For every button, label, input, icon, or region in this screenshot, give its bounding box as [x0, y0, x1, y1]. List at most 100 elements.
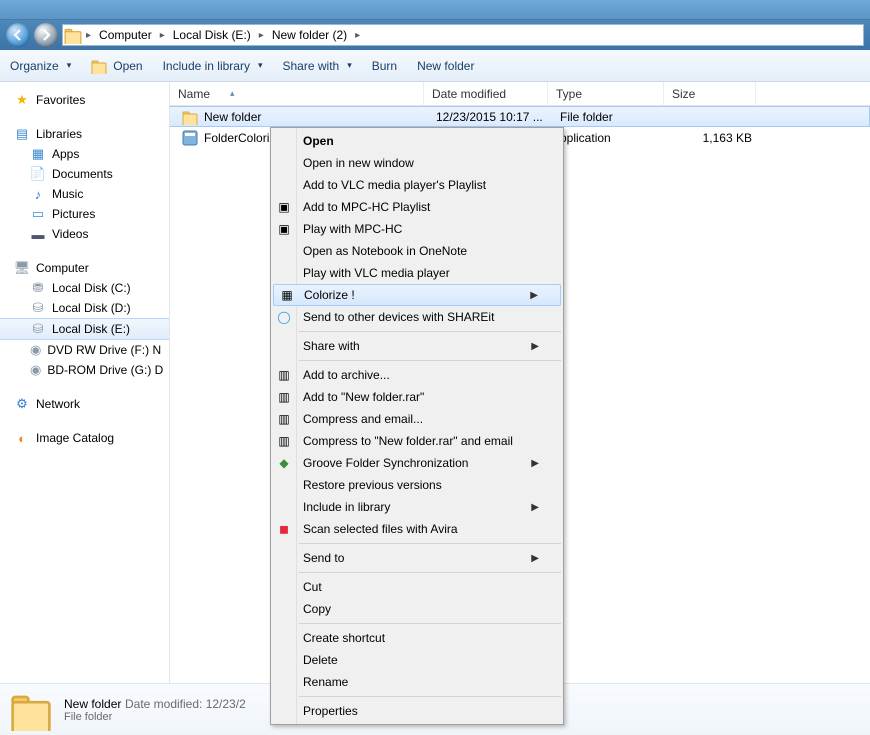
music-icon: ♪: [30, 186, 46, 202]
nav-drive-d[interactable]: ⛁Local Disk (D:): [0, 298, 169, 318]
ctx-onenote[interactable]: Open as Notebook in OneNote: [271, 240, 563, 262]
ctx-delete[interactable]: Delete: [271, 649, 563, 671]
col-type[interactable]: Type: [548, 82, 664, 105]
ctx-play-vlc[interactable]: Play with VLC media player: [271, 262, 563, 284]
ctx-add-mpc[interactable]: ▣Add to MPC-HC Playlist: [271, 196, 563, 218]
ctx-properties[interactable]: Properties: [271, 700, 563, 722]
breadcrumb-seg-e[interactable]: Local Disk (E:): [167, 25, 257, 45]
navigation-pane: ★Favorites ▤Libraries ▦Apps 📄Documents ♪…: [0, 82, 170, 683]
nav-drive-c[interactable]: ⛃Local Disk (C:): [0, 278, 169, 298]
nav-music[interactable]: ♪Music: [0, 184, 169, 204]
ctx-play-mpc[interactable]: ▣Play with MPC-HC: [271, 218, 563, 240]
shareit-icon: ◯: [275, 308, 293, 326]
nav-favorites[interactable]: ★Favorites: [0, 90, 169, 110]
nav-drive-e[interactable]: ⛁Local Disk (E:): [0, 318, 169, 340]
ctx-compress-rar-email[interactable]: ▥Compress to "New folder.rar" and email: [271, 430, 563, 452]
ctx-restore-previous[interactable]: Restore previous versions: [271, 474, 563, 496]
file-row-new-folder[interactable]: New folder 12/23/2015 10:17 ... File fol…: [170, 106, 870, 127]
ctx-share-with[interactable]: Share with▶: [271, 335, 563, 357]
dvd-icon: ◉: [30, 342, 41, 358]
file-name: New folder: [204, 110, 261, 124]
back-button[interactable]: [6, 23, 30, 47]
nav-videos[interactable]: ▬Videos: [0, 224, 169, 244]
drive-icon: ⛃: [30, 280, 46, 296]
mpc-icon: ▣: [275, 220, 293, 238]
ctx-compress-email[interactable]: ▥Compress and email...: [271, 408, 563, 430]
separator: [299, 331, 561, 332]
ctx-send-to[interactable]: Send to▶: [271, 547, 563, 569]
ctx-groove-sync[interactable]: ◆Groove Folder Synchronization▶: [271, 452, 563, 474]
share-with-button[interactable]: Share with: [283, 59, 352, 73]
drive-icon: ⛁: [30, 321, 46, 337]
nav-computer[interactable]: 🖥Computer: [0, 258, 169, 278]
network-icon: ⚙: [14, 396, 30, 412]
details-title: New folder: [64, 697, 121, 711]
open-button[interactable]: Open: [91, 58, 142, 74]
computer-icon: 🖥: [14, 260, 30, 276]
window-tabstrip: [0, 0, 870, 20]
ctx-add-archive[interactable]: ▥Add to archive...: [271, 364, 563, 386]
command-bar: Organize Open Include in library Share w…: [0, 50, 870, 82]
separator: [299, 696, 561, 697]
nav-drive-g[interactable]: ◉BD-ROM Drive (G:) D: [0, 360, 169, 380]
separator: [299, 572, 561, 573]
arrow-right-icon: [40, 29, 52, 41]
breadcrumb-seg-computer[interactable]: Computer: [93, 25, 158, 45]
ctx-cut[interactable]: Cut: [271, 576, 563, 598]
nav-drive-f[interactable]: ◉DVD RW Drive (F:) N: [0, 340, 169, 360]
nav-documents[interactable]: 📄Documents: [0, 164, 169, 184]
col-date-modified[interactable]: Date modified: [424, 82, 548, 105]
col-name[interactable]: Name▴: [170, 82, 424, 105]
ctx-open-new-window[interactable]: Open in new window: [271, 152, 563, 174]
details-meta: New folder Date modified: 12/23/2 File f…: [64, 696, 246, 723]
ctx-avira-scan[interactable]: ◼Scan selected files with Avira: [271, 518, 563, 540]
nav-network[interactable]: ⚙Network: [0, 394, 169, 414]
drive-icon: ⛁: [30, 300, 46, 316]
chevron-right-icon: ▶: [530, 290, 538, 301]
ctx-copy[interactable]: Copy: [271, 598, 563, 620]
ctx-shareit[interactable]: ◯Send to other devices with SHAREit: [271, 306, 563, 328]
ctx-add-vlc[interactable]: Add to VLC media player's Playlist: [271, 174, 563, 196]
star-icon: ★: [14, 92, 30, 108]
ctx-add-rar[interactable]: ▥Add to "New folder.rar": [271, 386, 563, 408]
column-headers: Name▴ Date modified Type Size: [170, 82, 870, 106]
mpc-icon: ▣: [275, 198, 293, 216]
nav-image-catalog[interactable]: ◐Image Catalog: [0, 428, 169, 448]
col-size[interactable]: Size: [664, 82, 756, 105]
videos-icon: ▬: [30, 226, 46, 242]
separator: [299, 360, 561, 361]
chevron-right-icon: ▶: [531, 502, 539, 513]
chevron-right-icon: ▶: [531, 341, 539, 352]
details-type: File folder: [64, 711, 246, 723]
ctx-rename[interactable]: Rename: [271, 671, 563, 693]
file-list-area: Name▴ Date modified Type Size New folder…: [170, 82, 870, 683]
burn-button[interactable]: Burn: [372, 59, 397, 73]
explorer-body: ★Favorites ▤Libraries ▦Apps 📄Documents ♪…: [0, 82, 870, 683]
ctx-open[interactable]: Open: [271, 130, 563, 152]
address-bar[interactable]: ▸ Computer ▸ Local Disk (E:) ▸ New folde…: [62, 24, 864, 46]
separator: [299, 543, 561, 544]
include-in-library-button[interactable]: Include in library: [163, 59, 263, 73]
file-size: 1,163 KB: [668, 131, 760, 145]
winrar-icon: ▥: [275, 410, 293, 428]
ctx-create-shortcut[interactable]: Create shortcut: [271, 627, 563, 649]
nav-pictures[interactable]: ▭Pictures: [0, 204, 169, 224]
separator: [299, 623, 561, 624]
winrar-icon: ▥: [275, 388, 293, 406]
forward-button[interactable]: [34, 23, 58, 47]
organize-button[interactable]: Organize: [10, 59, 71, 73]
open-folder-icon: [91, 58, 107, 74]
file-type: File folder: [552, 110, 668, 124]
breadcrumb-seg-newfolder2[interactable]: New folder (2): [266, 25, 353, 45]
nav-apps[interactable]: ▦Apps: [0, 144, 169, 164]
new-folder-button[interactable]: New folder: [417, 59, 474, 73]
pictures-icon: ▭: [30, 206, 46, 222]
folder-icon: [10, 689, 52, 731]
chevron-right-icon: ▸: [84, 30, 93, 41]
nav-libraries[interactable]: ▤Libraries: [0, 124, 169, 144]
ctx-include-library[interactable]: Include in library▶: [271, 496, 563, 518]
winrar-icon: ▥: [275, 432, 293, 450]
ctx-colorize[interactable]: ▦Colorize !▶: [273, 284, 561, 306]
chevron-right-icon: ▸: [353, 30, 362, 41]
documents-icon: 📄: [30, 166, 46, 182]
